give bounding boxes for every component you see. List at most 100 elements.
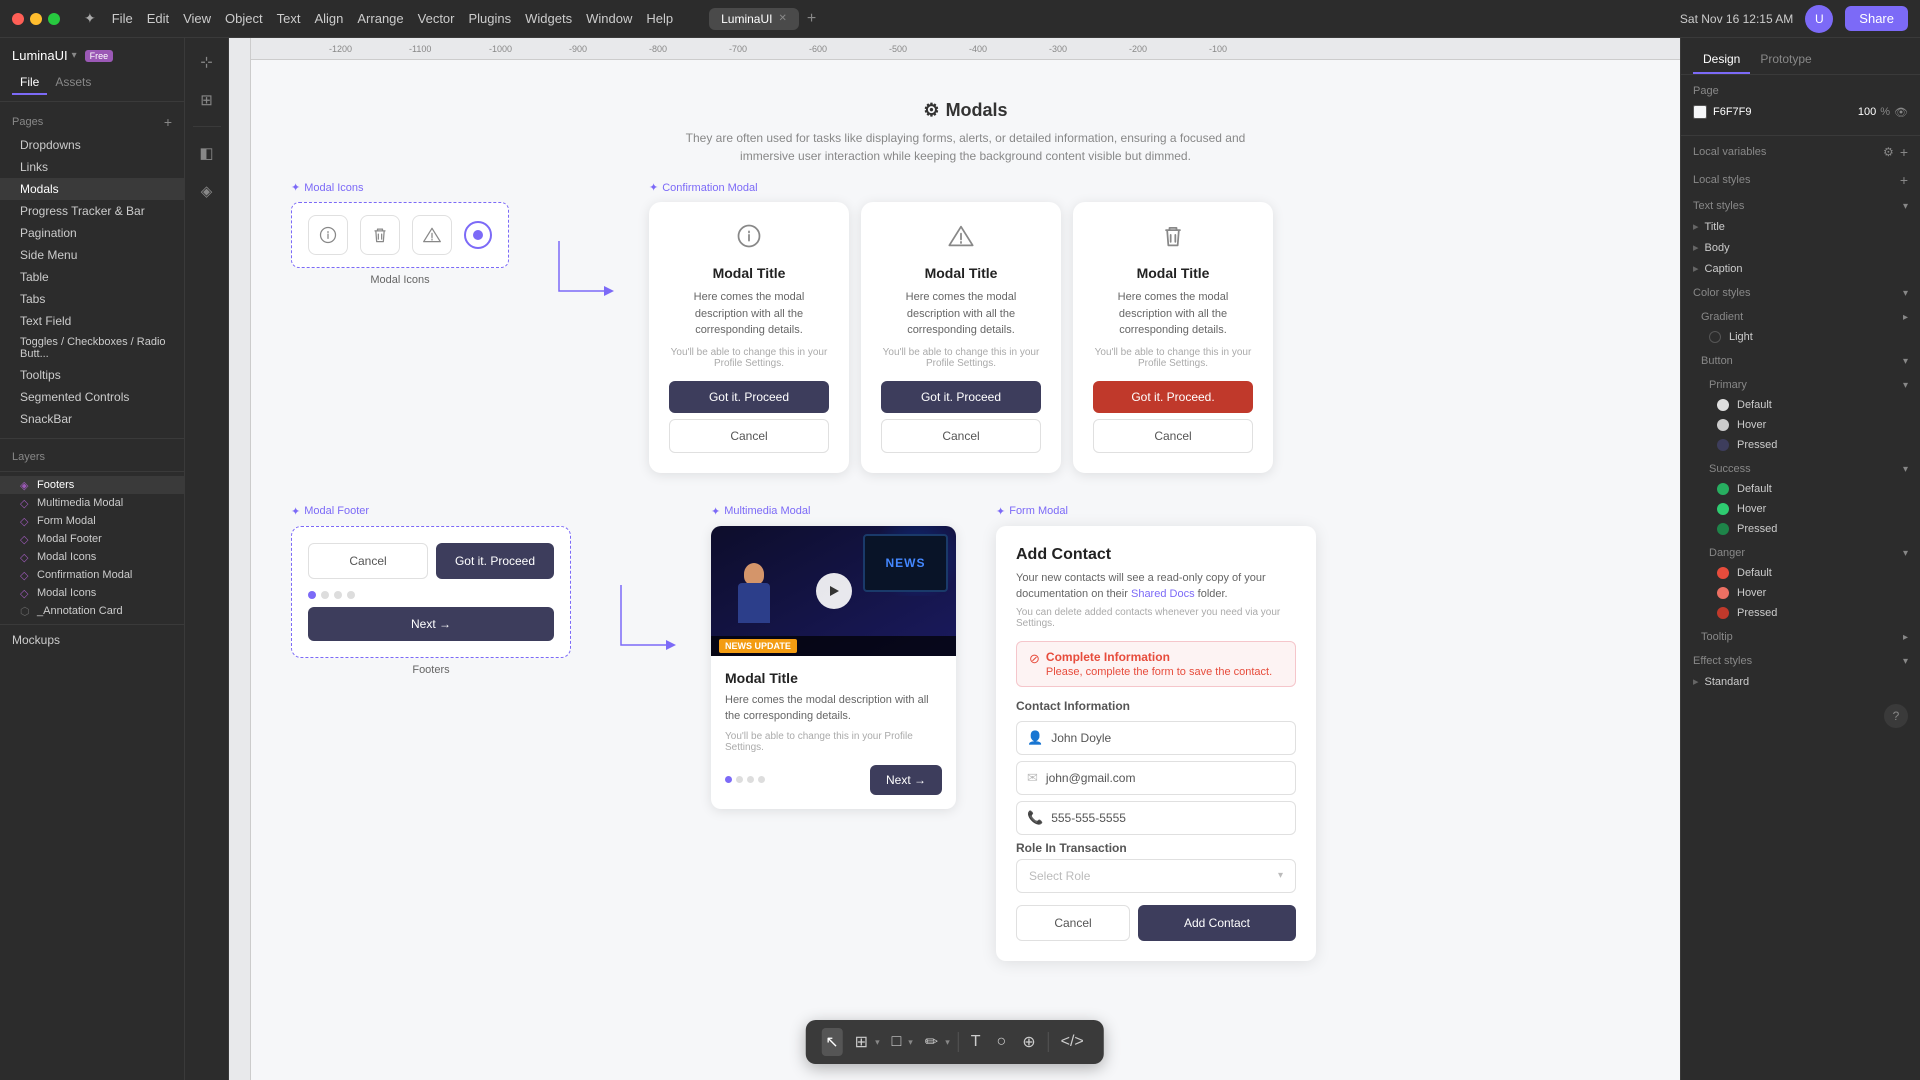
sidebar-item-side-menu[interactable]: Side Menu (0, 244, 184, 266)
move-tool-icon[interactable]: ⊹ (191, 46, 223, 78)
shape-tool-dropdown[interactable]: □ ▾ (888, 1029, 913, 1055)
component-tool-btn[interactable]: ⊕ (1018, 1028, 1039, 1056)
danger-pressed-item[interactable]: Pressed (1681, 603, 1920, 623)
footer-cancel-btn[interactable]: Cancel (308, 543, 428, 579)
grid-tool-icon[interactable]: ⊞ (191, 84, 223, 116)
menu-edit[interactable]: Edit (147, 11, 169, 26)
project-name[interactable]: LuminaUI ▾ Free (12, 48, 172, 63)
page-color-field[interactable]: F6F7F9 (1693, 105, 1752, 119)
sidebar-item-progress[interactable]: Progress Tracker & Bar (0, 200, 184, 222)
gradient-section-header[interactable]: Gradient ▸ (1681, 303, 1920, 327)
effect-style-standard[interactable]: ▸ Standard (1681, 671, 1920, 692)
sidebar-tab-file[interactable]: File (12, 71, 47, 95)
primary-hover-item[interactable]: Hover (1681, 415, 1920, 435)
primary-default-item[interactable]: Default (1681, 395, 1920, 415)
menu-window[interactable]: Window (586, 11, 632, 26)
menu-help[interactable]: Help (646, 11, 673, 26)
form-cancel-btn[interactable]: Cancel (1016, 905, 1130, 941)
menu-object[interactable]: Object (225, 11, 263, 26)
color-light-item[interactable]: Light (1681, 327, 1920, 347)
text-styles-header[interactable]: Text styles ▾ (1681, 192, 1920, 216)
primary-section-header[interactable]: Primary ▾ (1681, 371, 1920, 395)
primary-expand-icon[interactable]: ▾ (1903, 380, 1908, 391)
new-tab-button[interactable]: + (807, 10, 816, 28)
local-variables-edit-icon[interactable]: ⚙ (1883, 145, 1894, 159)
sidebar-item-modals[interactable]: Modals (0, 178, 184, 200)
canvas-content[interactable]: ⚙ Modals They are often used for tasks l… (251, 60, 1680, 1030)
text-styles-expand-icon[interactable]: ▾ (1903, 201, 1908, 212)
danger-hover-item[interactable]: Hover (1681, 583, 1920, 603)
got-it-proceed-btn-3[interactable]: Got it. Proceed. (1093, 381, 1253, 413)
gradient-expand-icon[interactable]: ▸ (1903, 312, 1908, 323)
layer-footers[interactable]: ◈ Footers (0, 476, 184, 494)
sidebar-item-mockups[interactable]: Mockups (0, 624, 184, 651)
text-tool-btn[interactable]: T (967, 1029, 985, 1055)
sidebar-item-toggles[interactable]: Toggles / Checkboxes / Radio Butt... (0, 332, 184, 364)
color-styles-header[interactable]: Color styles ▾ (1681, 279, 1920, 303)
play-button[interactable] (816, 573, 852, 609)
sidebar-item-table[interactable]: Table (0, 266, 184, 288)
tab-close-icon[interactable]: ✕ (778, 13, 786, 24)
success-pressed-item[interactable]: Pressed (1681, 519, 1920, 539)
sidebar-item-dropdowns[interactable]: Dropdowns (0, 134, 184, 156)
layer-confirmation-modal[interactable]: ◇ Confirmation Modal (0, 566, 184, 584)
comment-tool-btn[interactable]: ○ (993, 1029, 1011, 1055)
pen-tool-dropdown[interactable]: ✏ ▾ (921, 1028, 950, 1056)
canvas-area[interactable]: -1200 -1100 -1000 -900 -800 -700 -600 -5… (229, 38, 1680, 1080)
cancel-btn-1[interactable]: Cancel (669, 419, 829, 453)
warning-modal-icon[interactable] (412, 215, 452, 255)
menu-align[interactable]: Align (314, 11, 343, 26)
layer-modal-icons-2[interactable]: ◇ Modal Icons (0, 584, 184, 602)
selected-icon-indicator[interactable] (464, 221, 492, 249)
component-tool-icon[interactable]: ◈ (191, 175, 223, 207)
footer-next-btn[interactable]: Next → (308, 607, 554, 641)
menu-text[interactable]: Text (277, 11, 301, 26)
sidebar-item-text-field[interactable]: Text Field (0, 310, 184, 332)
menu-view[interactable]: View (183, 11, 211, 26)
delete-modal-icon[interactable] (360, 215, 400, 255)
danger-expand-icon[interactable]: ▾ (1903, 548, 1908, 559)
add-style-icon[interactable]: + (1900, 172, 1908, 188)
footer-proceed-btn[interactable]: Got it. Proceed (436, 543, 554, 579)
success-section-header[interactable]: Success ▾ (1681, 455, 1920, 479)
visibility-toggle[interactable]: 👁 (1894, 106, 1908, 119)
layer-icon-tool[interactable]: ◧ (191, 137, 223, 169)
cancel-btn-3[interactable]: Cancel (1093, 419, 1253, 453)
design-tab[interactable]: Design (1693, 46, 1750, 74)
right-panel-scroll[interactable]: Page F6F7F9 100 % 👁 Local variables (1681, 75, 1920, 1080)
primary-pressed-item[interactable]: Pressed (1681, 435, 1920, 455)
local-variables-header[interactable]: Local variables ⚙ + (1681, 136, 1920, 164)
danger-section-header[interactable]: Danger ▾ (1681, 539, 1920, 563)
layer-modal-footer[interactable]: ◇ Modal Footer (0, 530, 184, 548)
layer-form-modal[interactable]: ◇ Form Modal (0, 512, 184, 530)
color-styles-expand-icon[interactable]: ▾ (1903, 288, 1908, 299)
button-section-header[interactable]: Button ▾ (1681, 347, 1920, 371)
layer-annotation-card[interactable]: ⬡ _Annotation Card (0, 602, 184, 620)
menu-widgets[interactable]: Widgets (525, 11, 572, 26)
code-tool-btn[interactable]: </> (1057, 1029, 1088, 1055)
share-button[interactable]: Share (1845, 6, 1908, 31)
sidebar-tab-assets[interactable]: Assets (47, 71, 99, 95)
success-default-item[interactable]: Default (1681, 479, 1920, 499)
success-hover-item[interactable]: Hover (1681, 499, 1920, 519)
select-tool-btn[interactable]: ↖ (821, 1028, 842, 1056)
layer-modal-icons[interactable]: ◇ Modal Icons (0, 548, 184, 566)
tooltip-section-header[interactable]: Tooltip ▸ (1681, 623, 1920, 647)
layer-multimedia-modal[interactable]: ◇ Multimedia Modal (0, 494, 184, 512)
local-styles-header[interactable]: Local styles + (1681, 164, 1920, 192)
menu-arrange[interactable]: Arrange (357, 11, 403, 26)
text-style-body[interactable]: ▸ Body (1681, 237, 1920, 258)
danger-default-item[interactable]: Default (1681, 563, 1920, 583)
menu-vector[interactable]: Vector (418, 11, 455, 26)
success-expand-icon[interactable]: ▾ (1903, 464, 1908, 475)
text-style-caption[interactable]: ▸ Caption (1681, 258, 1920, 279)
text-style-title[interactable]: ▸ Title (1681, 216, 1920, 237)
minimize-button[interactable] (30, 13, 42, 25)
form-modal-link[interactable]: Shared Docs (1131, 588, 1195, 600)
add-variable-icon[interactable]: + (1900, 144, 1908, 160)
prototype-tab[interactable]: Prototype (1750, 46, 1821, 74)
form-submit-btn[interactable]: Add Contact (1138, 905, 1296, 941)
sidebar-item-segmented[interactable]: Segmented Controls (0, 386, 184, 408)
user-avatar[interactable]: U (1805, 5, 1833, 33)
got-it-proceed-btn-1[interactable]: Got it. Proceed (669, 381, 829, 413)
